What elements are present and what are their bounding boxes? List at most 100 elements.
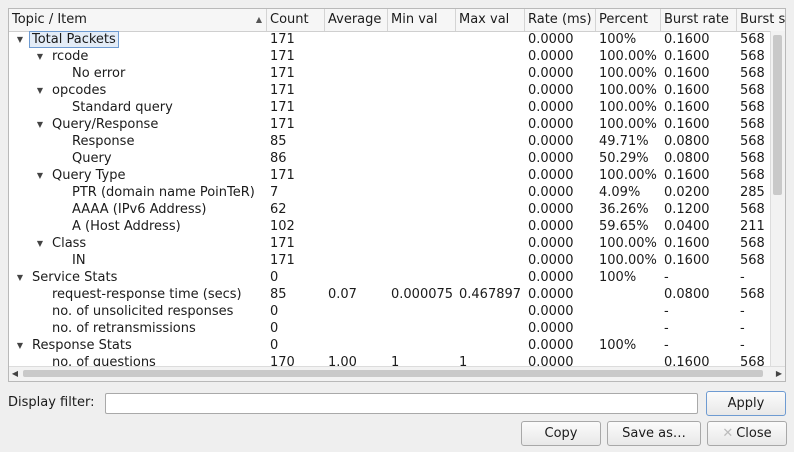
tree-row[interactable]: ▼ Response Stats 0 0.0000 100% - - [9,337,771,354]
cell-average [325,167,388,184]
column-header-7[interactable]: Burst rate [661,9,737,31]
tree-row[interactable]: no. of retransmissions 0 0.0000 - - [9,320,771,337]
cell-percent: 100% [596,31,661,48]
cell-max [456,269,525,286]
expand-arrow-icon[interactable]: ▼ [15,31,25,48]
cell-value: 171 [270,117,295,132]
tree-row[interactable]: no. of unsolicited responses 0 0.0000 - - [9,303,771,320]
column-header-0[interactable]: Topic / Item ▲ [9,9,267,31]
cell-value: 171 [270,83,295,98]
save-as-button[interactable]: Save as… [607,421,701,446]
tree-row[interactable]: AAAA (IPv6 Address) 62 0.0000 36.26% 0.1200 5… [9,201,771,218]
column-header: Topic / Item ▲ Count Average Min val Max val R… [9,9,785,32]
column-header-8[interactable]: Burst start [737,9,785,31]
cell-value: 100.00% [599,168,657,183]
column-header-3[interactable]: Min val [388,9,456,31]
scroll-left-arrow-icon[interactable]: ◀ [9,367,21,381]
cell-value: 100.00% [599,83,657,98]
expand-arrow-icon[interactable]: ▼ [35,82,45,99]
topic-label: no. of retransmissions [52,321,196,336]
vertical-scrollbar[interactable] [770,31,785,369]
tree-row[interactable]: ▼ Class 171 0.0000 100.00% 0.1600 568 [9,235,771,252]
column-header-label: Max val [459,12,510,27]
column-header-1[interactable]: Count [267,9,325,31]
expand-arrow-icon[interactable]: ▼ [15,269,25,286]
cell-burst-start: 568 [737,48,771,65]
cell-value: 0.0000 [528,321,574,336]
cell-value: 0.000075 [391,287,454,302]
cell-rate: 0.0000 [525,252,596,269]
cell-count: 171 [267,116,325,133]
cell-burst-rate: 0.1600 [661,235,737,252]
cell-max [456,201,525,218]
cell-percent: 59.65% [596,218,661,235]
apply-button[interactable]: Apply [706,391,786,416]
cell-rate: 0.0000 [525,320,596,337]
cell-value: 100% [599,338,637,353]
tree-row[interactable]: Query 86 0.0000 50.29% 0.0800 568 [9,150,771,167]
display-filter-input[interactable] [105,393,698,414]
cell-percent: 100.00% [596,235,661,252]
tree-row[interactable]: Standard query 171 0.0000 100.00% 0.1600 568 [9,99,771,116]
tree-row[interactable]: ▼ Query Type 171 0.0000 100.00% 0.1600 568 [9,167,771,184]
cell-topic: no. of unsolicited responses [49,303,267,320]
column-header-4[interactable]: Max val [456,9,525,31]
cell-topic: request-response time (secs) [49,286,267,303]
column-header-6[interactable]: Percent [596,9,661,31]
cell-value: 568 [740,66,765,81]
tree-row[interactable]: ▼ rcode 171 0.0000 100.00% 0.1600 568 [9,48,771,65]
copy-button[interactable]: Copy [521,421,601,446]
cell-max [456,235,525,252]
cell-topic: Class [49,235,267,252]
cell-max [456,150,525,167]
cell-max [456,218,525,235]
tree-row[interactable]: ▼ Service Stats 0 0.0000 100% - - [9,269,771,286]
cell-value: - [740,338,745,353]
expand-arrow-icon[interactable]: ▼ [35,48,45,65]
horizontal-scrollbar[interactable]: ◀ ▶ [9,366,785,381]
scroll-right-arrow-icon[interactable]: ▶ [773,367,785,381]
column-header-2[interactable]: Average [325,9,388,31]
close-button-label: Close [736,426,772,441]
cell-value: 100% [599,32,637,47]
tree-row[interactable]: No error 171 0.0000 100.00% 0.1600 568 [9,65,771,82]
tree-row[interactable]: request-response time (secs) 85 0.07 0.0000… [9,286,771,303]
cell-rate: 0.0000 [525,65,596,82]
expand-arrow-icon[interactable]: ▼ [35,116,45,133]
cell-percent: 100.00% [596,82,661,99]
horizontal-scroll-thumb[interactable] [23,370,763,377]
tree-row[interactable]: ▼ Total Packets 171 0.0000 100% 0.1600 568 [9,31,771,48]
cell-min [388,167,456,184]
cell-value: 85 [270,287,287,302]
close-icon: ✕ [722,426,734,441]
close-button[interactable]: ✕ Close [707,421,787,446]
tree-row[interactable]: PTR (domain name PoinTeR) 7 0.0000 4.09% 0.0… [9,184,771,201]
cell-value: 0.0000 [528,49,574,64]
cell-value: 0.0800 [664,287,710,302]
cell-average [325,269,388,286]
column-header-label: Average [328,12,382,27]
cell-percent: 100.00% [596,48,661,65]
tree-row[interactable]: A (Host Address) 102 0.0000 59.65% 0.0400 211 [9,218,771,235]
tree-row[interactable]: Response 85 0.0000 49.71% 0.0800 568 [9,133,771,150]
topic-label: Total Packets [29,31,119,48]
cell-max [456,252,525,269]
expand-arrow-icon[interactable]: ▼ [15,337,25,354]
cell-burst-rate: 0.1600 [661,167,737,184]
expand-arrow-icon[interactable]: ▼ [35,167,45,184]
cell-percent: 100.00% [596,116,661,133]
cell-value: - [664,304,669,319]
cell-value: 36.26% [599,202,649,217]
column-header-5[interactable]: Rate (ms) [525,9,596,31]
expand-arrow-icon[interactable]: ▼ [35,235,45,252]
vertical-scroll-thumb[interactable] [773,35,782,195]
tree-row[interactable]: ▼ Query/Response 171 0.0000 100.00% 0.1600 568 [9,116,771,133]
cell-max [456,133,525,150]
topic-label: Service Stats [32,270,118,285]
cell-value: - [740,321,745,336]
cell-topic: PTR (domain name PoinTeR) [69,184,267,201]
tree-row[interactable]: IN 171 0.0000 100.00% 0.1600 568 [9,252,771,269]
tree-row[interactable]: ▼ opcodes 171 0.0000 100.00% 0.1600 568 [9,82,771,99]
stats-tree-view[interactable]: Topic / Item ▲ Count Average Min val Max val R… [8,8,786,382]
cell-value: 0.0000 [528,236,574,251]
